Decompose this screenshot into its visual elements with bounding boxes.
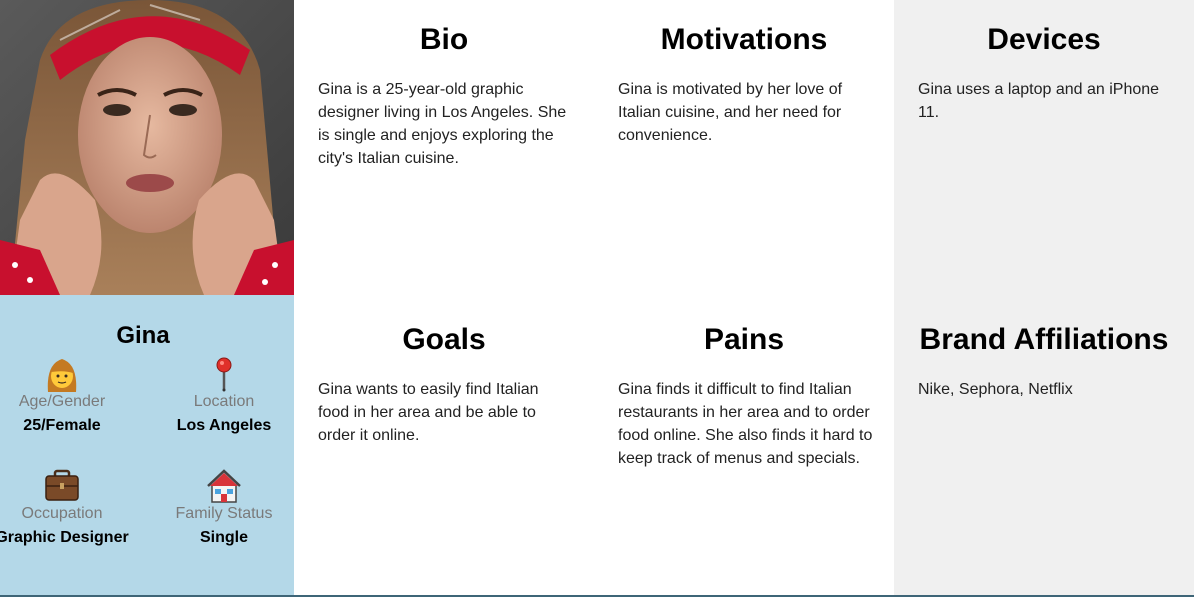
portrait-image	[0, 0, 294, 295]
section-text: Gina uses a laptop and an iPhone 11.	[918, 81, 1160, 121]
section-title: Brand Affiliations	[919, 323, 1169, 356]
section-text: Gina wants to easily find Italian food i…	[318, 381, 539, 444]
stat-value: Single	[199, 529, 248, 546]
stat-family-status: Family Status Single	[149, 468, 294, 548]
persona-name: Gina	[116, 322, 170, 349]
section-text: Nike, Sephora, Netflix	[918, 381, 1073, 398]
stat-location: Location Los Angeles	[149, 356, 294, 436]
pin-icon	[216, 357, 232, 392]
stat-label: Occupation	[21, 505, 103, 522]
section-text: Gina finds it difficult to find Italian …	[618, 381, 873, 467]
section-goals: Goals Gina wants to easily find Italian …	[294, 300, 594, 595]
stat-label: Family Status	[175, 505, 273, 522]
section-title: Goals	[402, 323, 486, 356]
stat-value: Graphic Designer	[0, 529, 129, 546]
section-title: Pains	[703, 323, 785, 356]
section-title: Devices	[987, 23, 1101, 56]
section-title: Motivations	[660, 23, 828, 56]
persona-photo	[0, 0, 294, 295]
section-title: Bio	[419, 23, 469, 56]
section-pains: Pains Gina finds it difficult to find It…	[594, 300, 894, 595]
section-brand-affiliations: Brand Affiliations Nike, Sephora, Netfli…	[894, 300, 1194, 595]
section-text: Gina is motivated by her love of Italian…	[618, 81, 843, 144]
stat-age-gender: Age/Gender 25/Female	[0, 356, 137, 436]
house-icon	[207, 469, 241, 503]
section-devices: Devices Gina uses a laptop and an iPhone…	[894, 0, 1194, 300]
profile-panel: Gina Age/Gender 25/Female Location Los A…	[0, 295, 294, 595]
section-text: Gina is a 25-year-old graphic designer l…	[318, 81, 567, 167]
stat-label: Location	[193, 393, 255, 410]
stat-value: 25/Female	[23, 417, 101, 434]
persona-card: Gina Age/Gender 25/Female Location Los A…	[0, 0, 1194, 595]
woman-icon	[47, 359, 77, 392]
stat-value: Los Angeles	[176, 417, 272, 434]
briefcase-icon	[45, 469, 79, 501]
stat-occupation: Occupation Graphic Designer	[0, 468, 137, 548]
section-motivations: Motivations Gina is motivated by her lov…	[594, 0, 894, 300]
section-bio: Bio Gina is a 25-year-old graphic design…	[294, 0, 594, 300]
stat-label: Age/Gender	[18, 393, 106, 410]
